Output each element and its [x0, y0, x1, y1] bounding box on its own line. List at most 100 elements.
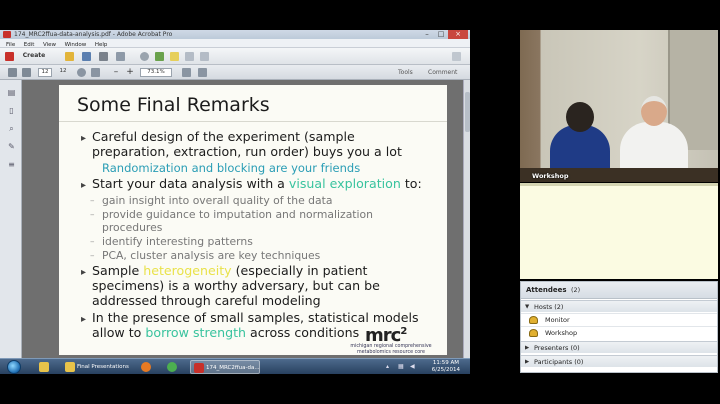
- attendee-row[interactable]: Workshop: [521, 326, 717, 338]
- bullet-text: Careful design of the experiment (sample: [92, 129, 355, 144]
- pdf-page: Some Final Remarks ▸ Careful design of t…: [59, 85, 447, 355]
- window-title: 174_MRC2ffua-data-analysis.pdf - Adobe A…: [14, 31, 173, 38]
- vertical-scrollbar[interactable]: [463, 80, 470, 358]
- bullet-text: In the presence of small samples, statis…: [92, 310, 419, 325]
- scrollbar-thumb[interactable]: [465, 92, 470, 132]
- attendee-row[interactable]: Monitor: [521, 313, 717, 325]
- chrome-icon: [167, 362, 177, 372]
- expand-icon[interactable]: [452, 52, 461, 61]
- minimize-button[interactable]: –: [420, 30, 434, 39]
- attendees-title: Attendees: [526, 286, 567, 294]
- bullet-arrow-icon: ▸: [81, 180, 87, 191]
- presenters-group[interactable]: ▶ Presenters (0): [521, 341, 717, 353]
- comment-icon[interactable]: [170, 52, 179, 61]
- taskbar-firefox[interactable]: [138, 360, 154, 374]
- attendees-count: (2): [571, 286, 581, 294]
- zoom-out-icon[interactable]: –: [112, 67, 120, 77]
- zoom-in-icon[interactable]: +: [126, 67, 134, 77]
- mrc2-logo-caption: michigan regional comprehensive metabolo…: [350, 344, 432, 355]
- maximize-button[interactable]: □: [434, 30, 448, 39]
- acrobat-icon: [194, 363, 204, 373]
- sub-bullet-text: procedures: [102, 221, 163, 234]
- settings-icon[interactable]: [140, 52, 149, 61]
- notes-pod-border: [520, 183, 718, 186]
- participants-group[interactable]: ▶ Participants (0): [521, 355, 717, 367]
- close-button[interactable]: ×: [448, 30, 468, 39]
- acrobat-window: 174_MRC2ffua-data-analysis.pdf - Adobe A…: [0, 30, 470, 374]
- navigation-toolbar: 12 12 – + 73.1% Tools Comment: [0, 65, 470, 80]
- sub-bullet-dash: –: [90, 210, 95, 220]
- host-icon: [529, 316, 538, 324]
- bullet-text: specimens) is a worthy adversary, but ca…: [92, 278, 380, 293]
- next-page-icon[interactable]: [22, 68, 31, 77]
- bullet-text: Start your data analysis with a visual e…: [92, 176, 422, 191]
- taskbar-explorer[interactable]: [37, 360, 51, 374]
- pdf-icon: [3, 31, 11, 38]
- print-icon[interactable]: [99, 52, 108, 61]
- taskbar-acrobat[interactable]: 174_MRC2ffua-da...: [190, 360, 260, 374]
- hand-tool-icon[interactable]: [77, 68, 86, 77]
- firefox-icon: [141, 362, 151, 372]
- sub-bullet-text: gain insight into overall quality of the…: [102, 194, 333, 207]
- main-toolbar: Create: [0, 48, 470, 65]
- expand-arrow-icon[interactable]: ▶: [525, 342, 529, 354]
- email-icon[interactable]: [116, 52, 125, 61]
- page-total: 12: [59, 68, 67, 74]
- start-button[interactable]: [7, 360, 21, 374]
- fit-page-icon[interactable]: [182, 68, 191, 77]
- sub-bullet-dash: –: [90, 237, 95, 247]
- presenter-head: [641, 96, 667, 126]
- webcam-video-pod: Workshop: [520, 30, 718, 182]
- mrc2-logo: mrc2: [365, 325, 407, 346]
- create-button[interactable]: Create: [16, 51, 52, 61]
- tray-arrow-icon[interactable]: ▴: [386, 363, 389, 370]
- taskbar-chrome[interactable]: [164, 360, 180, 374]
- network-icon[interactable]: ▦: [398, 363, 404, 370]
- fit-width-icon[interactable]: [198, 68, 207, 77]
- bullet-text: Sample heterogeneity (especially in pati…: [92, 263, 368, 278]
- taskbar-final-presentations[interactable]: Final Presentations: [62, 360, 130, 374]
- bullet-arrow-icon: ▸: [81, 267, 87, 278]
- signatures-icon[interactable]: ✎: [7, 142, 16, 151]
- navigation-pane: ▤ ▯ ⌕ ✎ ≡: [0, 80, 22, 358]
- title-divider: [59, 121, 447, 122]
- page-thumbnails-icon[interactable]: ▤: [7, 88, 16, 97]
- windows-taskbar: Final Presentations 174_MRC2ffua-da... ▴…: [0, 358, 470, 374]
- note-text: Randomization and blocking are your frie…: [102, 161, 361, 175]
- sign-icon[interactable]: [185, 52, 194, 61]
- bullet-text: addressed through careful modeling: [92, 293, 321, 308]
- tools-pane-button[interactable]: Tools: [398, 68, 413, 77]
- sub-bullet-dash: –: [90, 196, 95, 206]
- sub-bullet-text: identify interesting patterns: [102, 235, 253, 248]
- bookmarks-icon[interactable]: ▯: [7, 106, 16, 115]
- bullet-text: allow to borrow strength across conditio…: [92, 325, 360, 340]
- host-icon: [529, 329, 538, 337]
- folder-icon: [65, 362, 75, 372]
- clock-date: 6/25/2014: [431, 367, 460, 373]
- notes-pod: [520, 183, 718, 279]
- share-icon[interactable]: [155, 52, 164, 61]
- collapse-arrow-icon[interactable]: ▼: [525, 301, 529, 313]
- volume-icon[interactable]: ◀: [410, 363, 415, 370]
- folder-icon: [39, 362, 49, 372]
- comment-pane-button[interactable]: Comment: [428, 68, 457, 77]
- open-icon[interactable]: [65, 52, 74, 61]
- edit-icon[interactable]: [200, 52, 209, 61]
- zoom-level-input[interactable]: 73.1%: [140, 68, 172, 77]
- document-area: Some Final Remarks ▸ Careful design of t…: [22, 80, 470, 358]
- hosts-group[interactable]: ▼ Hosts (2): [521, 300, 717, 312]
- page-number-input[interactable]: 12: [38, 68, 52, 77]
- presenter-head: [566, 102, 594, 132]
- clock-time: 11:59 AM: [432, 360, 459, 366]
- system-clock[interactable]: 11:59 AM 6/25/2014: [432, 360, 460, 374]
- save-icon[interactable]: [82, 52, 91, 61]
- bullet-text: preparation, extraction, run order) buys…: [92, 144, 402, 159]
- attachments-icon[interactable]: ⌕: [7, 124, 16, 133]
- layers-icon[interactable]: ≡: [7, 160, 16, 169]
- previous-page-icon[interactable]: [8, 68, 17, 77]
- expand-arrow-icon[interactable]: ▶: [525, 356, 529, 368]
- bullet-arrow-icon: ▸: [81, 314, 87, 325]
- menu-bar: File Edit View Window Help: [0, 39, 470, 48]
- sub-bullet-dash: –: [90, 251, 95, 261]
- zoom-tool-icon[interactable]: [91, 68, 100, 77]
